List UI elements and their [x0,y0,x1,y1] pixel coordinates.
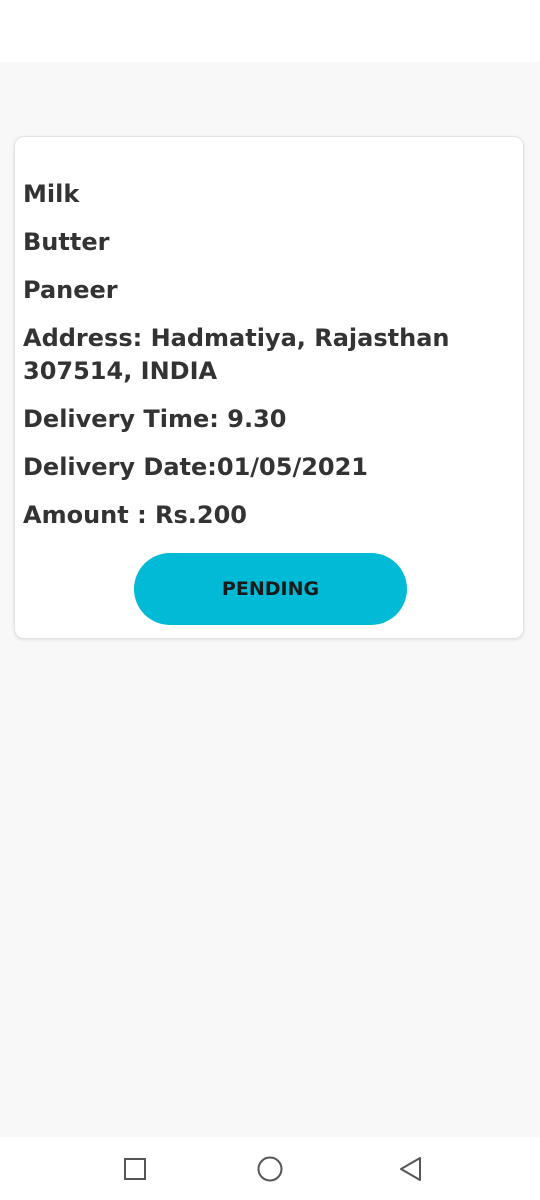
navigation-bar [0,1137,540,1200]
recent-apps-icon [124,1158,146,1180]
home-icon [257,1156,283,1182]
delivery-date: Delivery Date:01/05/2021 [23,453,368,481]
order-card: Milk Butter Paneer Address: Hadmatiya, R… [14,136,524,639]
delivery-address: Address: Hadmatiya, Rajasthan 307514, IN… [23,324,450,385]
back-button[interactable] [392,1151,428,1187]
item-milk: Milk [23,180,80,208]
home-button[interactable] [252,1151,288,1187]
status-bar [0,0,540,62]
delivery-time: Delivery Time: 9.30 [23,405,287,433]
order-amount: Amount : Rs.200 [23,501,248,529]
item-paneer: Paneer [23,276,118,304]
recent-apps-button[interactable] [117,1151,153,1187]
back-icon [400,1157,421,1181]
pending-status-button[interactable]: PENDING [134,553,407,625]
item-butter: Butter [23,228,110,256]
